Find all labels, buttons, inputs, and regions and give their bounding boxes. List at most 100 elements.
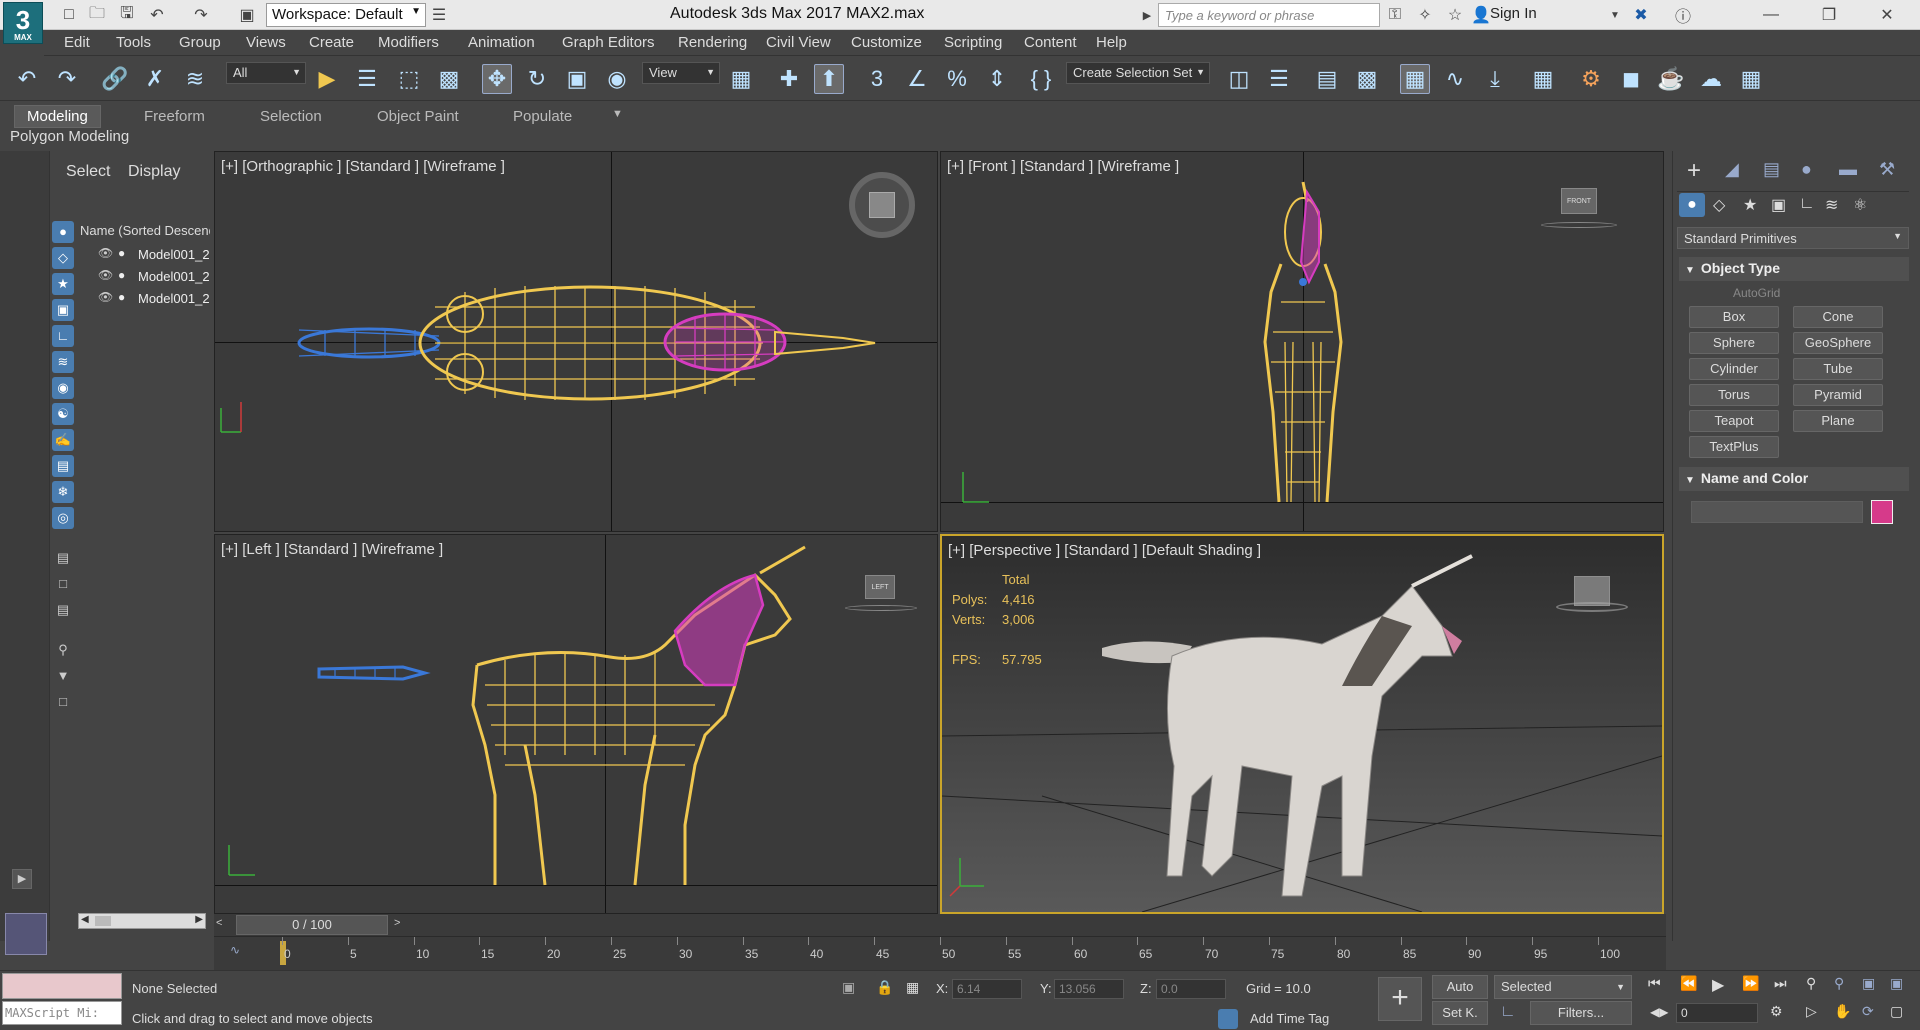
menu-animation[interactable]: Animation <box>468 34 535 51</box>
app-logo[interactable]: 3 MAX <box>3 2 43 44</box>
viewcube-ring[interactable] <box>845 605 917 611</box>
visibility-eye-icon[interactable]: 👁 <box>98 246 113 260</box>
menu-edit[interactable]: Edit <box>64 34 90 51</box>
favorites-star-icon[interactable]: ☆ <box>1444 4 1466 26</box>
find-icon[interactable]: ⚲ <box>52 639 74 661</box>
scroll-right-icon[interactable]: ▶ <box>195 914 203 925</box>
default-tangents-icon[interactable]: ∟ <box>1500 1003 1516 1021</box>
minimize-icon[interactable]: — <box>1760 4 1782 26</box>
menu-views[interactable]: Views <box>246 34 286 51</box>
select-object-icon[interactable]: ▶ <box>312 64 342 94</box>
absolute-transform-icon[interactable]: ▦ <box>906 979 919 996</box>
pivot-center-icon[interactable]: ▦ <box>726 64 756 94</box>
display-xrefs-icon[interactable]: ☯ <box>52 403 74 425</box>
render-setup-icon[interactable]: ⚙ <box>1576 64 1606 94</box>
select-and-rotate-icon[interactable]: ↻ <box>522 64 552 94</box>
rectangular-selection-icon[interactable]: ⬚ <box>394 64 424 94</box>
name-and-color-rollout[interactable]: ▼ Name and Color <box>1679 467 1909 491</box>
object-type-rollout[interactable]: ▼ Object Type <box>1679 257 1909 281</box>
save-file-icon[interactable]: 🖫 <box>116 4 138 26</box>
previous-key-icon[interactable]: ⏪ <box>1680 975 1697 992</box>
hierarchy-tab-icon[interactable]: ▤ <box>1763 159 1780 180</box>
keyboard-shortcut-override-icon[interactable]: ⬆ <box>814 64 844 94</box>
window-crossing-icon[interactable]: ▩ <box>434 64 464 94</box>
select-and-move-icon[interactable]: ✥ <box>482 64 512 94</box>
align-icon[interactable]: ☰ <box>1264 64 1294 94</box>
viewcube[interactable]: LEFT <box>865 575 895 599</box>
exchange-apps-icon[interactable]: ✖ <box>1630 4 1652 26</box>
primitive-type-dropdown[interactable]: Standard Primitives ▼ <box>1677 227 1909 249</box>
place-object-icon[interactable]: ◉ <box>602 64 632 94</box>
explorer-tab-select[interactable]: Select <box>66 163 110 181</box>
ribbon-tab-populate[interactable]: Populate <box>513 108 572 125</box>
a360-gallery-icon[interactable]: ▦ <box>1736 64 1766 94</box>
display-groups-icon[interactable]: ◉ <box>52 377 74 399</box>
display-helpers-icon[interactable]: ∟ <box>52 325 74 347</box>
display-lights-icon[interactable]: ★ <box>52 273 74 295</box>
workspace-dropdown[interactable]: Workspace: Default ▼ <box>266 3 426 27</box>
selection-filter-dropdown[interactable]: All ▼ <box>226 62 306 84</box>
maxscript-listener-output[interactable] <box>2 973 122 999</box>
display-bones-icon[interactable]: ✍ <box>52 429 74 451</box>
explorer-row[interactable]: Model001_2 <box>138 269 210 284</box>
menu-civil-view[interactable]: Civil View <box>766 34 831 51</box>
viewcube[interactable]: FRONT <box>1561 188 1597 214</box>
lights-category-icon[interactable]: ★ <box>1743 195 1757 215</box>
menu-rendering[interactable]: Rendering <box>678 34 747 51</box>
close-icon[interactable]: ✕ <box>1876 4 1898 26</box>
plane-button[interactable]: Plane <box>1793 410 1883 432</box>
render-production-icon[interactable]: ☕ <box>1656 64 1686 94</box>
select-and-scale-icon[interactable]: ▣ <box>562 64 592 94</box>
display-space-warps-icon[interactable]: ≋ <box>52 351 74 373</box>
maximize-viewport-icon[interactable]: ▢ <box>1890 1003 1903 1020</box>
key-filter-selected-dropdown[interactable]: Selected ▼ <box>1494 975 1632 999</box>
ribbon-tab-freeform[interactable]: Freeform <box>144 108 205 125</box>
material-editor-icon[interactable]: ▦ <box>1528 64 1558 94</box>
scene-explorer-icon[interactable]: ▤ <box>1312 64 1342 94</box>
zoom-icon[interactable]: ⚲ <box>1806 975 1816 992</box>
workspace-menu-icon[interactable]: ☰ <box>428 4 450 26</box>
explorer-row[interactable]: Model001_2 <box>138 291 210 306</box>
geometry-category-icon[interactable]: ● <box>1679 193 1705 217</box>
motion-tab-icon[interactable]: ● <box>1801 159 1812 180</box>
redo-icon[interactable]: ↷ <box>52 64 82 94</box>
current-frame-input[interactable]: 0 <box>1676 1003 1758 1023</box>
display-hidden-icon[interactable]: ◎ <box>52 507 74 529</box>
explorer-row[interactable]: Model001_2 <box>138 247 210 262</box>
autogrid-checkbox[interactable]: AutoGrid <box>1733 286 1780 300</box>
previous-frame-icon[interactable]: < <box>216 917 222 929</box>
percent-snap-icon[interactable]: % <box>942 64 972 94</box>
geosphere-button[interactable]: GeoSphere <box>1793 332 1883 354</box>
menu-graph-editors[interactable]: Graph Editors <box>562 34 655 51</box>
display-geometry-icon[interactable]: ● <box>52 221 74 243</box>
invert-display-icon[interactable]: ▤ <box>52 599 74 621</box>
help-icon[interactable]: ⓘ <box>1672 4 1694 26</box>
layer-explorer-icon[interactable]: ▩ <box>1352 64 1382 94</box>
zoom-extents-icon[interactable]: ▣ <box>1862 975 1875 992</box>
menu-help[interactable]: Help <box>1096 34 1127 51</box>
object-color-swatch[interactable] <box>1871 500 1893 524</box>
menu-content[interactable]: Content <box>1024 34 1077 51</box>
expand-layout-icon[interactable]: ▶ <box>12 869 32 889</box>
search-input[interactable]: Type a keyword or phrase <box>1158 3 1380 27</box>
helpers-category-icon[interactable]: ∟ <box>1799 195 1815 213</box>
display-shapes-icon[interactable]: ◇ <box>52 247 74 269</box>
curve-editor-icon[interactable]: ∿ <box>1440 64 1470 94</box>
shapes-category-icon[interactable]: ◇ <box>1713 195 1725 215</box>
reference-coordinate-dropdown[interactable]: View ▼ <box>642 62 720 84</box>
time-slider[interactable]: 0 / 100 <box>236 915 388 935</box>
binoculars-icon[interactable]: ⚿ <box>1384 4 1406 26</box>
explorer-tab-display[interactable]: Display <box>128 163 180 181</box>
redo-icon[interactable]: ↷ <box>190 4 212 26</box>
filter-icon[interactable]: ▼ <box>52 665 74 687</box>
display-frozen-icon[interactable]: ❄ <box>52 481 74 503</box>
object-name-input[interactable] <box>1691 501 1863 523</box>
ribbon-tab-selection[interactable]: Selection <box>260 108 322 125</box>
time-slider-track[interactable]: < 0 / 100 > <box>214 914 1666 936</box>
visibility-eye-icon[interactable]: 👁 <box>98 268 113 282</box>
key-mode-icon[interactable]: + <box>1378 977 1422 1021</box>
ribbon-tab-modeling[interactable]: Modeling <box>14 105 101 128</box>
x-coordinate-input[interactable]: 6.14 <box>952 979 1022 999</box>
schematic-view-icon[interactable]: ⤓ <box>1480 64 1510 94</box>
viewport-perspective[interactable]: [+] [Perspective ] [Standard ] [Default … <box>940 534 1664 914</box>
